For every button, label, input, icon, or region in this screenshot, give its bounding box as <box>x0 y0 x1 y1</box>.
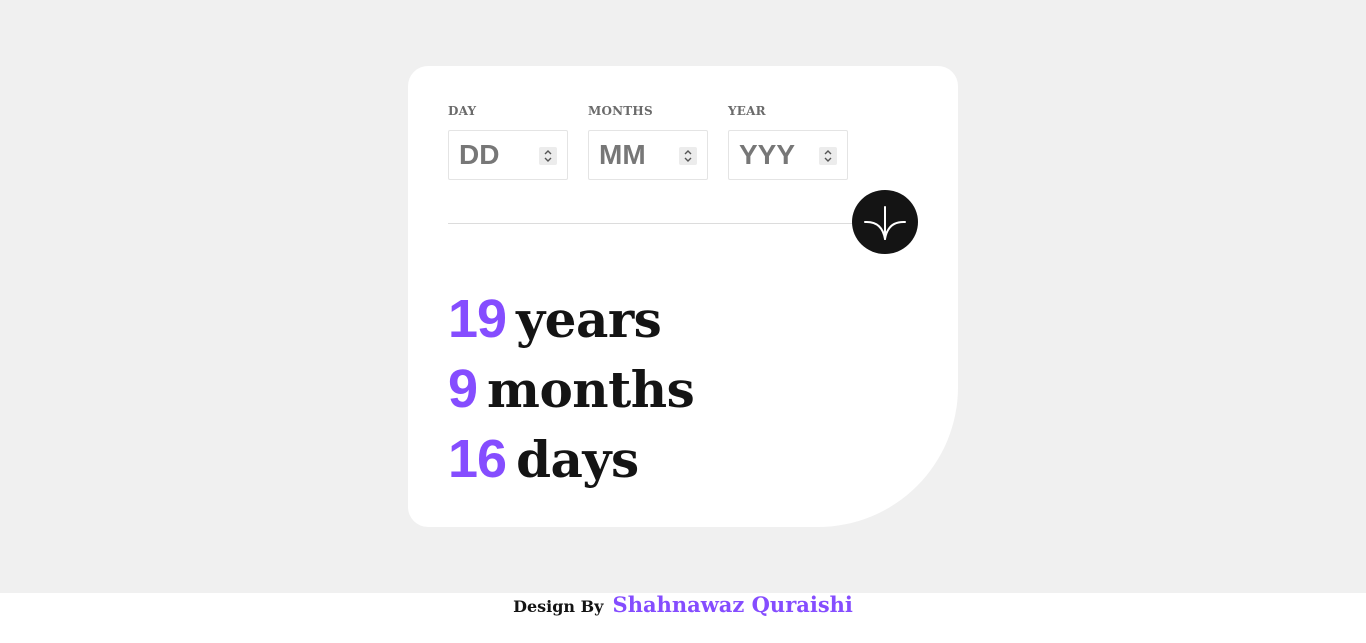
years-unit: years <box>516 289 662 349</box>
month-spinner[interactable] <box>679 147 697 165</box>
spinner-arrows-icon <box>824 150 832 162</box>
year-input-box <box>728 130 848 180</box>
spinner-arrows-icon <box>544 150 552 162</box>
results: 19 years 9 months 16 days <box>448 284 695 494</box>
days-value: 16 <box>448 429 507 489</box>
months-value: 9 <box>448 359 478 419</box>
arrow-down-icon <box>864 206 906 240</box>
years-value: 19 <box>448 289 507 349</box>
day-input-box <box>448 130 568 180</box>
month-field: MONTHS <box>588 104 708 180</box>
day-field: DAY <box>448 104 568 180</box>
year-spinner[interactable] <box>819 147 837 165</box>
footer-prefix: Design By <box>513 597 604 616</box>
page: DAY MONTHS <box>0 0 1366 643</box>
year-field: YEAR <box>728 104 848 180</box>
age-calculator-card: DAY MONTHS <box>408 66 958 527</box>
day-spinner[interactable] <box>539 147 557 165</box>
month-label: MONTHS <box>588 104 653 118</box>
submit-button[interactable] <box>852 190 918 254</box>
year-label: YEAR <box>728 104 766 118</box>
months-result: 9 months <box>448 354 695 424</box>
day-label: DAY <box>448 104 477 118</box>
days-unit: days <box>516 429 639 489</box>
footer-author-link[interactable]: Shahnawaz Quraishi <box>613 592 853 617</box>
days-result: 16 days <box>448 424 694 494</box>
month-input-box <box>588 130 708 180</box>
spinner-arrows-icon <box>684 150 692 162</box>
divider <box>448 223 853 224</box>
years-result: 19 years <box>448 284 694 354</box>
footer: Design By Shahnawaz Quraishi <box>0 593 1366 643</box>
months-unit: months <box>487 359 695 419</box>
